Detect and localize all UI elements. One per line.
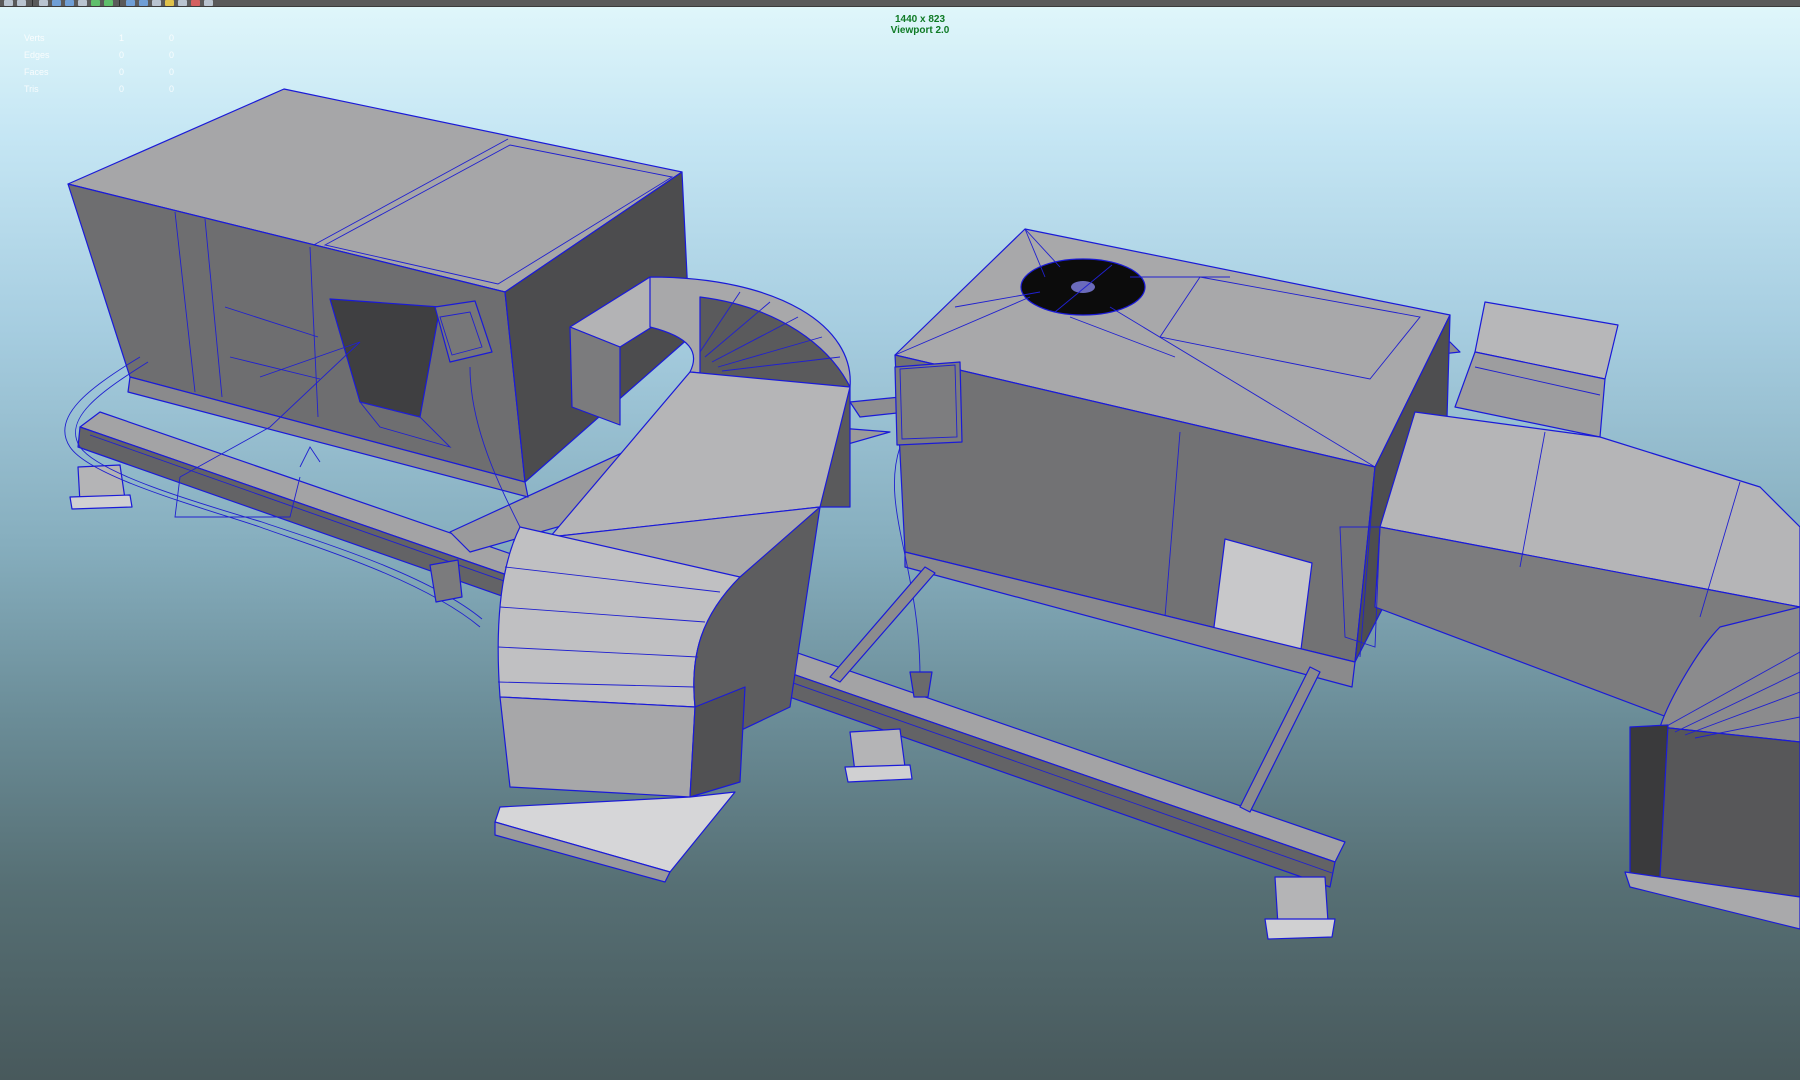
stat-label: Verts <box>24 32 45 43</box>
3d-viewport[interactable]: 1440 x 823 Viewport 2.0 Verts 1 0 Edges … <box>0 7 1800 1080</box>
toolbar-divider <box>32 0 33 6</box>
stat-row-tris: Tris 0 0 <box>24 80 174 97</box>
poly-count-hud: Verts 1 0 Edges 0 0 Faces 0 0 Tris 0 0 <box>24 29 174 97</box>
stat-row-verts: Verts 1 0 <box>24 29 174 46</box>
ao-icon[interactable] <box>139 0 148 6</box>
stat-value: 0 <box>168 49 174 60</box>
xray-icon[interactable] <box>165 0 174 6</box>
grid-icon[interactable] <box>65 0 74 6</box>
isolate-icon[interactable] <box>152 0 161 6</box>
renderer-label: Viewport 2.0 <box>890 25 950 36</box>
stat-value: 0 <box>168 83 174 94</box>
stat-row-faces: Faces 0 0 <box>24 63 174 80</box>
settings-icon[interactable] <box>204 0 213 6</box>
shadow-icon[interactable] <box>126 0 135 6</box>
stat-value: 0 <box>118 66 124 77</box>
rail-foot-right[interactable] <box>1264 876 1336 940</box>
viewport-toolbar <box>0 0 1800 7</box>
select-icon[interactable] <box>17 0 26 6</box>
stat-label: Edges <box>24 49 50 60</box>
stat-value: 0 <box>118 49 124 60</box>
rail-foot-left[interactable] <box>69 464 133 510</box>
stat-row-edges: Edges 0 0 <box>24 46 174 63</box>
stat-value: 0 <box>168 66 174 77</box>
maya-viewport-window: 1440 x 823 Viewport 2.0 Verts 1 0 Edges … <box>0 0 1800 1080</box>
render-icon[interactable] <box>178 0 187 6</box>
resolution-gate-label: 1440 x 823 <box>894 14 946 25</box>
light-icon[interactable] <box>78 0 87 6</box>
frame-icon[interactable] <box>39 0 48 6</box>
stat-value: 0 <box>168 32 174 43</box>
move-icon[interactable] <box>4 0 13 6</box>
camera-icon[interactable] <box>52 0 61 6</box>
viewport-hud: 1440 x 823 Viewport 2.0 <box>0 14 1800 36</box>
hvac-scene[interactable] <box>0 7 1800 1080</box>
stat-value: 1 <box>118 32 124 43</box>
stat-label: Faces <box>24 66 49 77</box>
snap-icon[interactable] <box>191 0 200 6</box>
shading-icon[interactable] <box>91 0 100 6</box>
texture-icon[interactable] <box>104 0 113 6</box>
toolbar-divider <box>119 0 120 6</box>
stat-label: Tris <box>24 83 39 94</box>
stat-value: 0 <box>118 83 124 94</box>
